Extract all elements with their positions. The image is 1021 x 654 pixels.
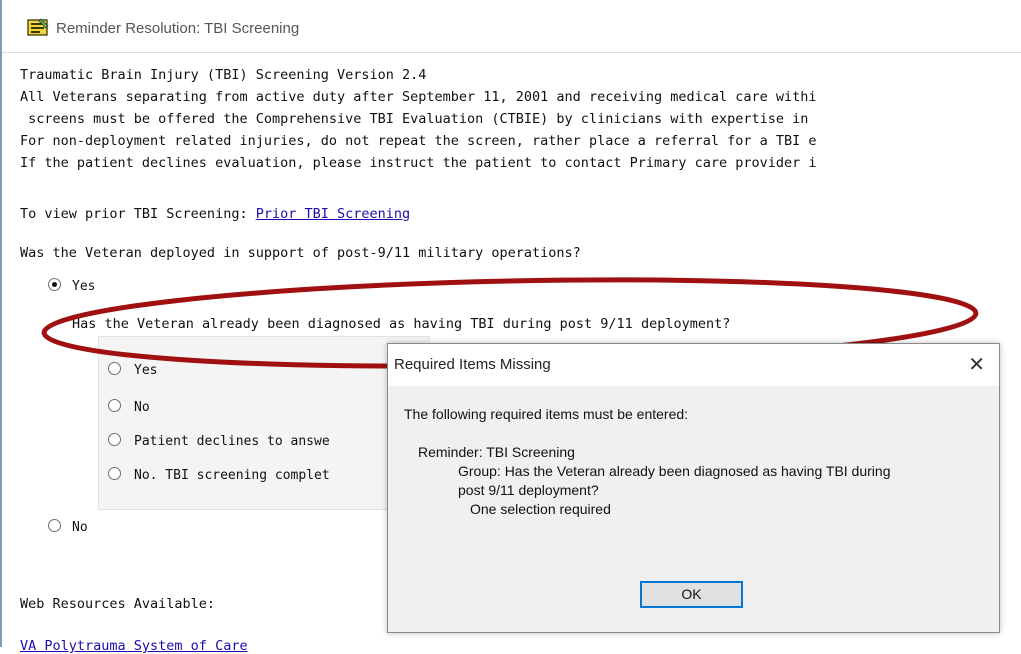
diag-yes-label: Yes (134, 363, 158, 378)
deploy-yes-radio[interactable] (48, 278, 61, 291)
window-title: Reminder Resolution: TBI Screening (56, 20, 300, 37)
deploy-question: Was the Veteran deployed in support of p… (20, 245, 581, 261)
diag-yes-radio[interactable] (108, 362, 121, 375)
deploy-yes-label: Yes (72, 279, 96, 294)
close-icon[interactable]: ✕ (968, 352, 985, 377)
reminder-app-icon (27, 18, 49, 36)
header-line-3: screens must be offered the Comprehensiv… (20, 111, 809, 127)
va-polytrauma-link[interactable]: VA Polytrauma System of Care (20, 638, 248, 654)
dialog-reminder: Reminder: TBI Screening (418, 444, 575, 460)
dialog-title: Required Items Missing (394, 356, 551, 373)
header-line-5: If the patient declines evaluation, plea… (20, 155, 817, 171)
prior-screening-line: To view prior TBI Screening: Prior TBI S… (20, 206, 410, 222)
dialog-titlebar: Required Items Missing ✕ (388, 344, 999, 386)
dialog-message: The following required items must be ent… (404, 406, 689, 422)
diag-no-radio[interactable] (108, 399, 121, 412)
dialog-group-line-1: Group: Has the Veteran already been diag… (458, 463, 891, 479)
dialog-selection-required: One selection required (470, 501, 611, 517)
deploy-no-radio[interactable] (48, 519, 61, 532)
window-titlebar: Reminder Resolution: TBI Screening (2, 0, 1021, 53)
ok-button[interactable]: OK (640, 581, 743, 608)
diag-declines-label: Patient declines to answe (134, 434, 330, 449)
header-line-4: For non-deployment related injuries, do … (20, 133, 817, 149)
required-items-dialog: Required Items Missing ✕ The following r… (387, 343, 1000, 633)
prior-tbi-screening-link[interactable]: Prior TBI Screening (256, 206, 410, 222)
deploy-no-label: No (72, 520, 88, 535)
diag-declines-radio[interactable] (108, 433, 121, 446)
diag-screening-complete-radio[interactable] (108, 467, 121, 480)
dialog-group-line-2: post 9/11 deployment? (458, 482, 599, 498)
prior-screening-label: To view prior TBI Screening: (20, 206, 256, 222)
diagnosis-question: Has the Veteran already been diagnosed a… (72, 316, 731, 332)
diag-no-label: No (134, 400, 150, 415)
bottom-resource-link-line: VA Polytrauma System of Care (20, 638, 248, 654)
diag-screening-complete-label: No. TBI screening complet (134, 468, 330, 483)
web-resources-heading: Web Resources Available: (20, 596, 216, 612)
header-line-2: All Veterans separating from active duty… (20, 89, 817, 105)
header-line-1: Traumatic Brain Injury (TBI) Screening V… (20, 67, 427, 83)
